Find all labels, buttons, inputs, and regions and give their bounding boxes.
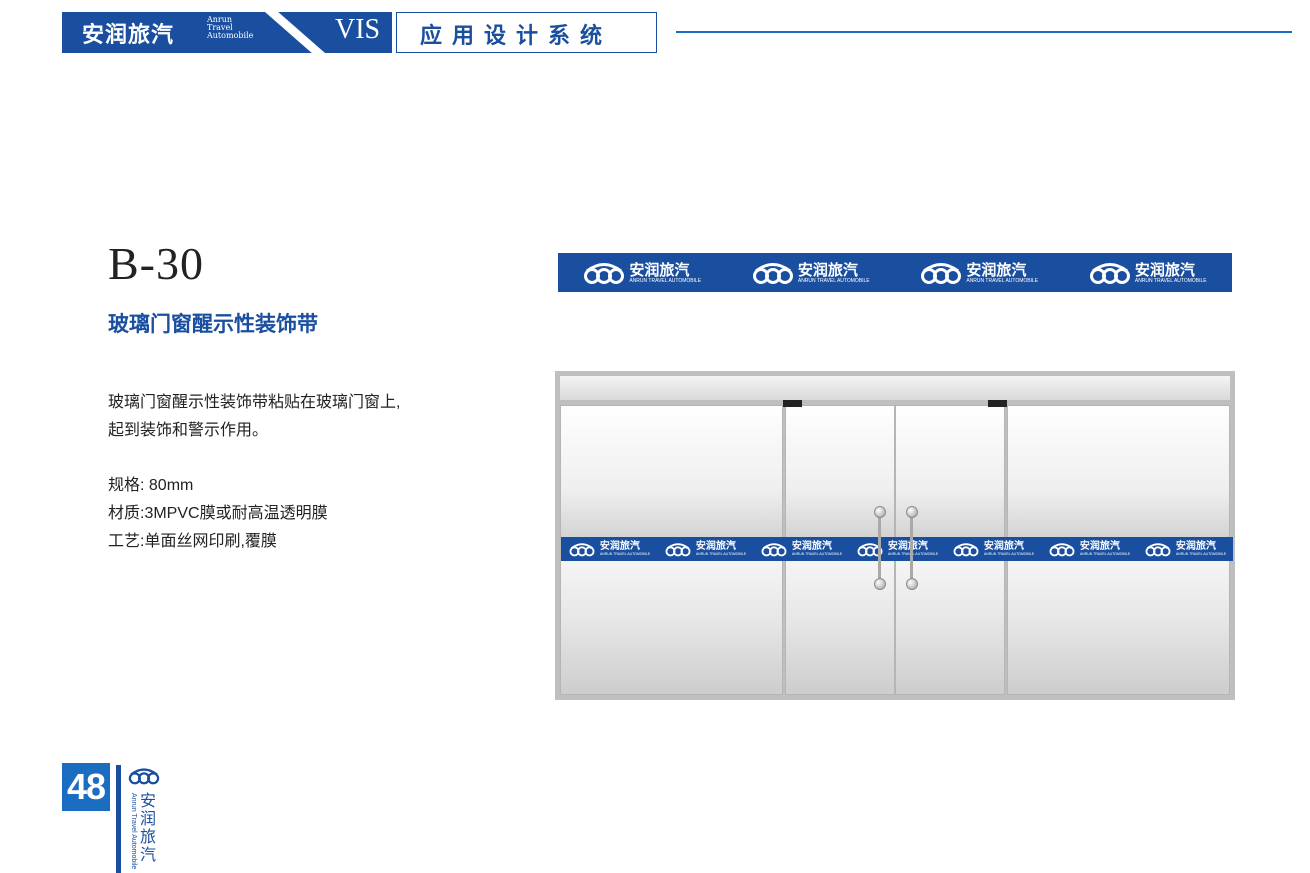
band-logo-en: ANRUN TRAVEL AUTOMOBILE: [966, 277, 1039, 284]
item-description: 玻璃门窗醒示性装饰带粘贴在玻璃门窗上, 起到装饰和警示作用。: [108, 389, 468, 445]
band-logo: 安润旅汽 ANRUN TRAVEL AUTOMOBILE: [1048, 542, 1130, 557]
band-logo-en: ANRUN TRAVEL AUTOMOBILE: [695, 552, 747, 556]
description-line-1: 玻璃门窗醒示性装饰带粘贴在玻璃门窗上,: [108, 394, 401, 411]
band-logo: 安润旅汽 ANRUN TRAVEL AUTOMOBILE: [920, 261, 1038, 285]
door-clip-right: [988, 400, 1007, 407]
spec-material: 材质:3MPVC膜或耐高温透明膜: [108, 505, 328, 522]
band-logo-en: ANRUN TRAVEL AUTOMOBILE: [599, 552, 651, 556]
band-logo-en: ANRUN TRAVEL AUTOMOBILE: [797, 277, 870, 284]
band-logo: 安润旅汽 ANRUN TRAVEL AUTOMOBILE: [1089, 261, 1207, 285]
band-logo-cn: 安润旅汽: [1134, 260, 1195, 279]
item-title: 玻璃门窗醒示性装饰带: [108, 311, 318, 336]
door-transom: [560, 376, 1230, 400]
footer-brand-en: Anrun Travel Automobile: [130, 793, 137, 870]
brand-logo-icon: [752, 262, 793, 284]
band-logo-cn: 安润旅汽: [887, 541, 928, 552]
page-number: 48: [62, 763, 110, 811]
brand-logo-icon: [953, 542, 979, 556]
band-logo-en: ANRUN TRAVEL AUTOMOBILE: [629, 277, 702, 284]
handle-knob-right-bottom: [906, 578, 918, 590]
item-specs: 规格: 80mm 材质:3MPVC膜或耐高温透明膜 工艺:单面丝网印刷,覆膜: [108, 472, 328, 556]
door-handle-right: [910, 512, 913, 584]
band-logo-en: ANRUN TRAVEL AUTOMOBILE: [791, 552, 843, 556]
decorative-band-sample: 安润旅汽 ANRUN TRAVEL AUTOMOBILE 安润旅汽 ANRUN TR…: [558, 253, 1232, 292]
band-logo-en: ANRUN TRAVEL AUTOMOBILE: [1079, 552, 1131, 556]
decorative-band-on-glass: 安润旅汽 ANRUN TRAVEL AUTOMOBILE 安润旅汽 ANRUN TR…: [561, 537, 1233, 561]
header-vis-label: VIS: [335, 14, 381, 45]
brand-logo-icon: [584, 262, 625, 284]
brand-logo-icon: [1049, 542, 1075, 556]
door-handle-left: [878, 512, 881, 584]
brand-logo-icon: [665, 542, 691, 556]
band-logo: 安润旅汽 ANRUN TRAVEL AUTOMOBILE: [1144, 542, 1226, 557]
band-logo-en: ANRUN TRAVEL AUTOMOBILE: [887, 552, 939, 556]
band-logo: 安润旅汽 ANRUN TRAVEL AUTOMOBILE: [752, 261, 870, 285]
door-clip-left: [783, 400, 802, 407]
band-logo: 安润旅汽 ANRUN TRAVEL AUTOMOBILE: [664, 542, 746, 557]
spec-size: 规格: 80mm: [108, 477, 194, 494]
band-logo-en: ANRUN TRAVEL AUTOMOBILE: [1134, 277, 1207, 284]
brand-logo-icon: [921, 262, 962, 284]
handle-knob-left-bottom: [874, 578, 886, 590]
header-brand-english: Anrun Travel Automobile: [207, 16, 267, 40]
handle-knob-right-top: [906, 506, 918, 518]
spec-process: 工艺:单面丝网印刷,覆膜: [108, 533, 277, 550]
header-brand-name: 安润旅汽: [82, 22, 175, 48]
band-logo-cn: 安润旅汽: [695, 541, 736, 552]
band-logo-cn: 安润旅汽: [629, 260, 690, 279]
header-rule: [676, 31, 1292, 33]
band-logo-cn: 安润旅汽: [966, 260, 1027, 279]
band-logo-cn: 安润旅汽: [983, 541, 1024, 552]
band-logo-en: ANRUN TRAVEL AUTOMOBILE: [983, 552, 1035, 556]
band-logo-cn: 安润旅汽: [1175, 541, 1216, 552]
footer-logo-icon: [128, 768, 160, 785]
band-logo-en: ANRUN TRAVEL AUTOMOBILE: [1175, 552, 1227, 556]
band-logo-cn: 安润旅汽: [797, 260, 858, 279]
footer-brand-cn: 安润旅汽: [140, 791, 157, 864]
band-logo: 安润旅汽 ANRUN TRAVEL AUTOMOBILE: [583, 261, 701, 285]
band-logo: 安润旅汽 ANRUN TRAVEL AUTOMOBILE: [568, 542, 650, 557]
brand-en-line-3: Automobile: [207, 31, 254, 40]
band-logo: 安润旅汽 ANRUN TRAVEL AUTOMOBILE: [952, 542, 1034, 557]
footer-bar: [116, 765, 121, 873]
band-logo: 安润旅汽 ANRUN TRAVEL AUTOMOBILE: [760, 542, 842, 557]
brand-logo-icon: [761, 542, 787, 556]
band-logo: 安润旅汽 ANRUN TRAVEL AUTOMOBILE: [856, 542, 938, 557]
brand-logo-icon: [569, 542, 595, 556]
band-logo-cn: 安润旅汽: [1079, 541, 1120, 552]
brand-logo-icon: [1089, 262, 1130, 284]
band-logo-cn: 安润旅汽: [791, 541, 832, 552]
description-line-2: 起到装饰和警示作用。: [108, 422, 269, 439]
band-logo-cn: 安润旅汽: [599, 541, 640, 552]
header-section-title: 应用设计系统: [420, 23, 613, 49]
item-code: B-30: [108, 238, 204, 289]
brand-logo-icon: [1145, 542, 1171, 556]
handle-knob-left-top: [874, 506, 886, 518]
